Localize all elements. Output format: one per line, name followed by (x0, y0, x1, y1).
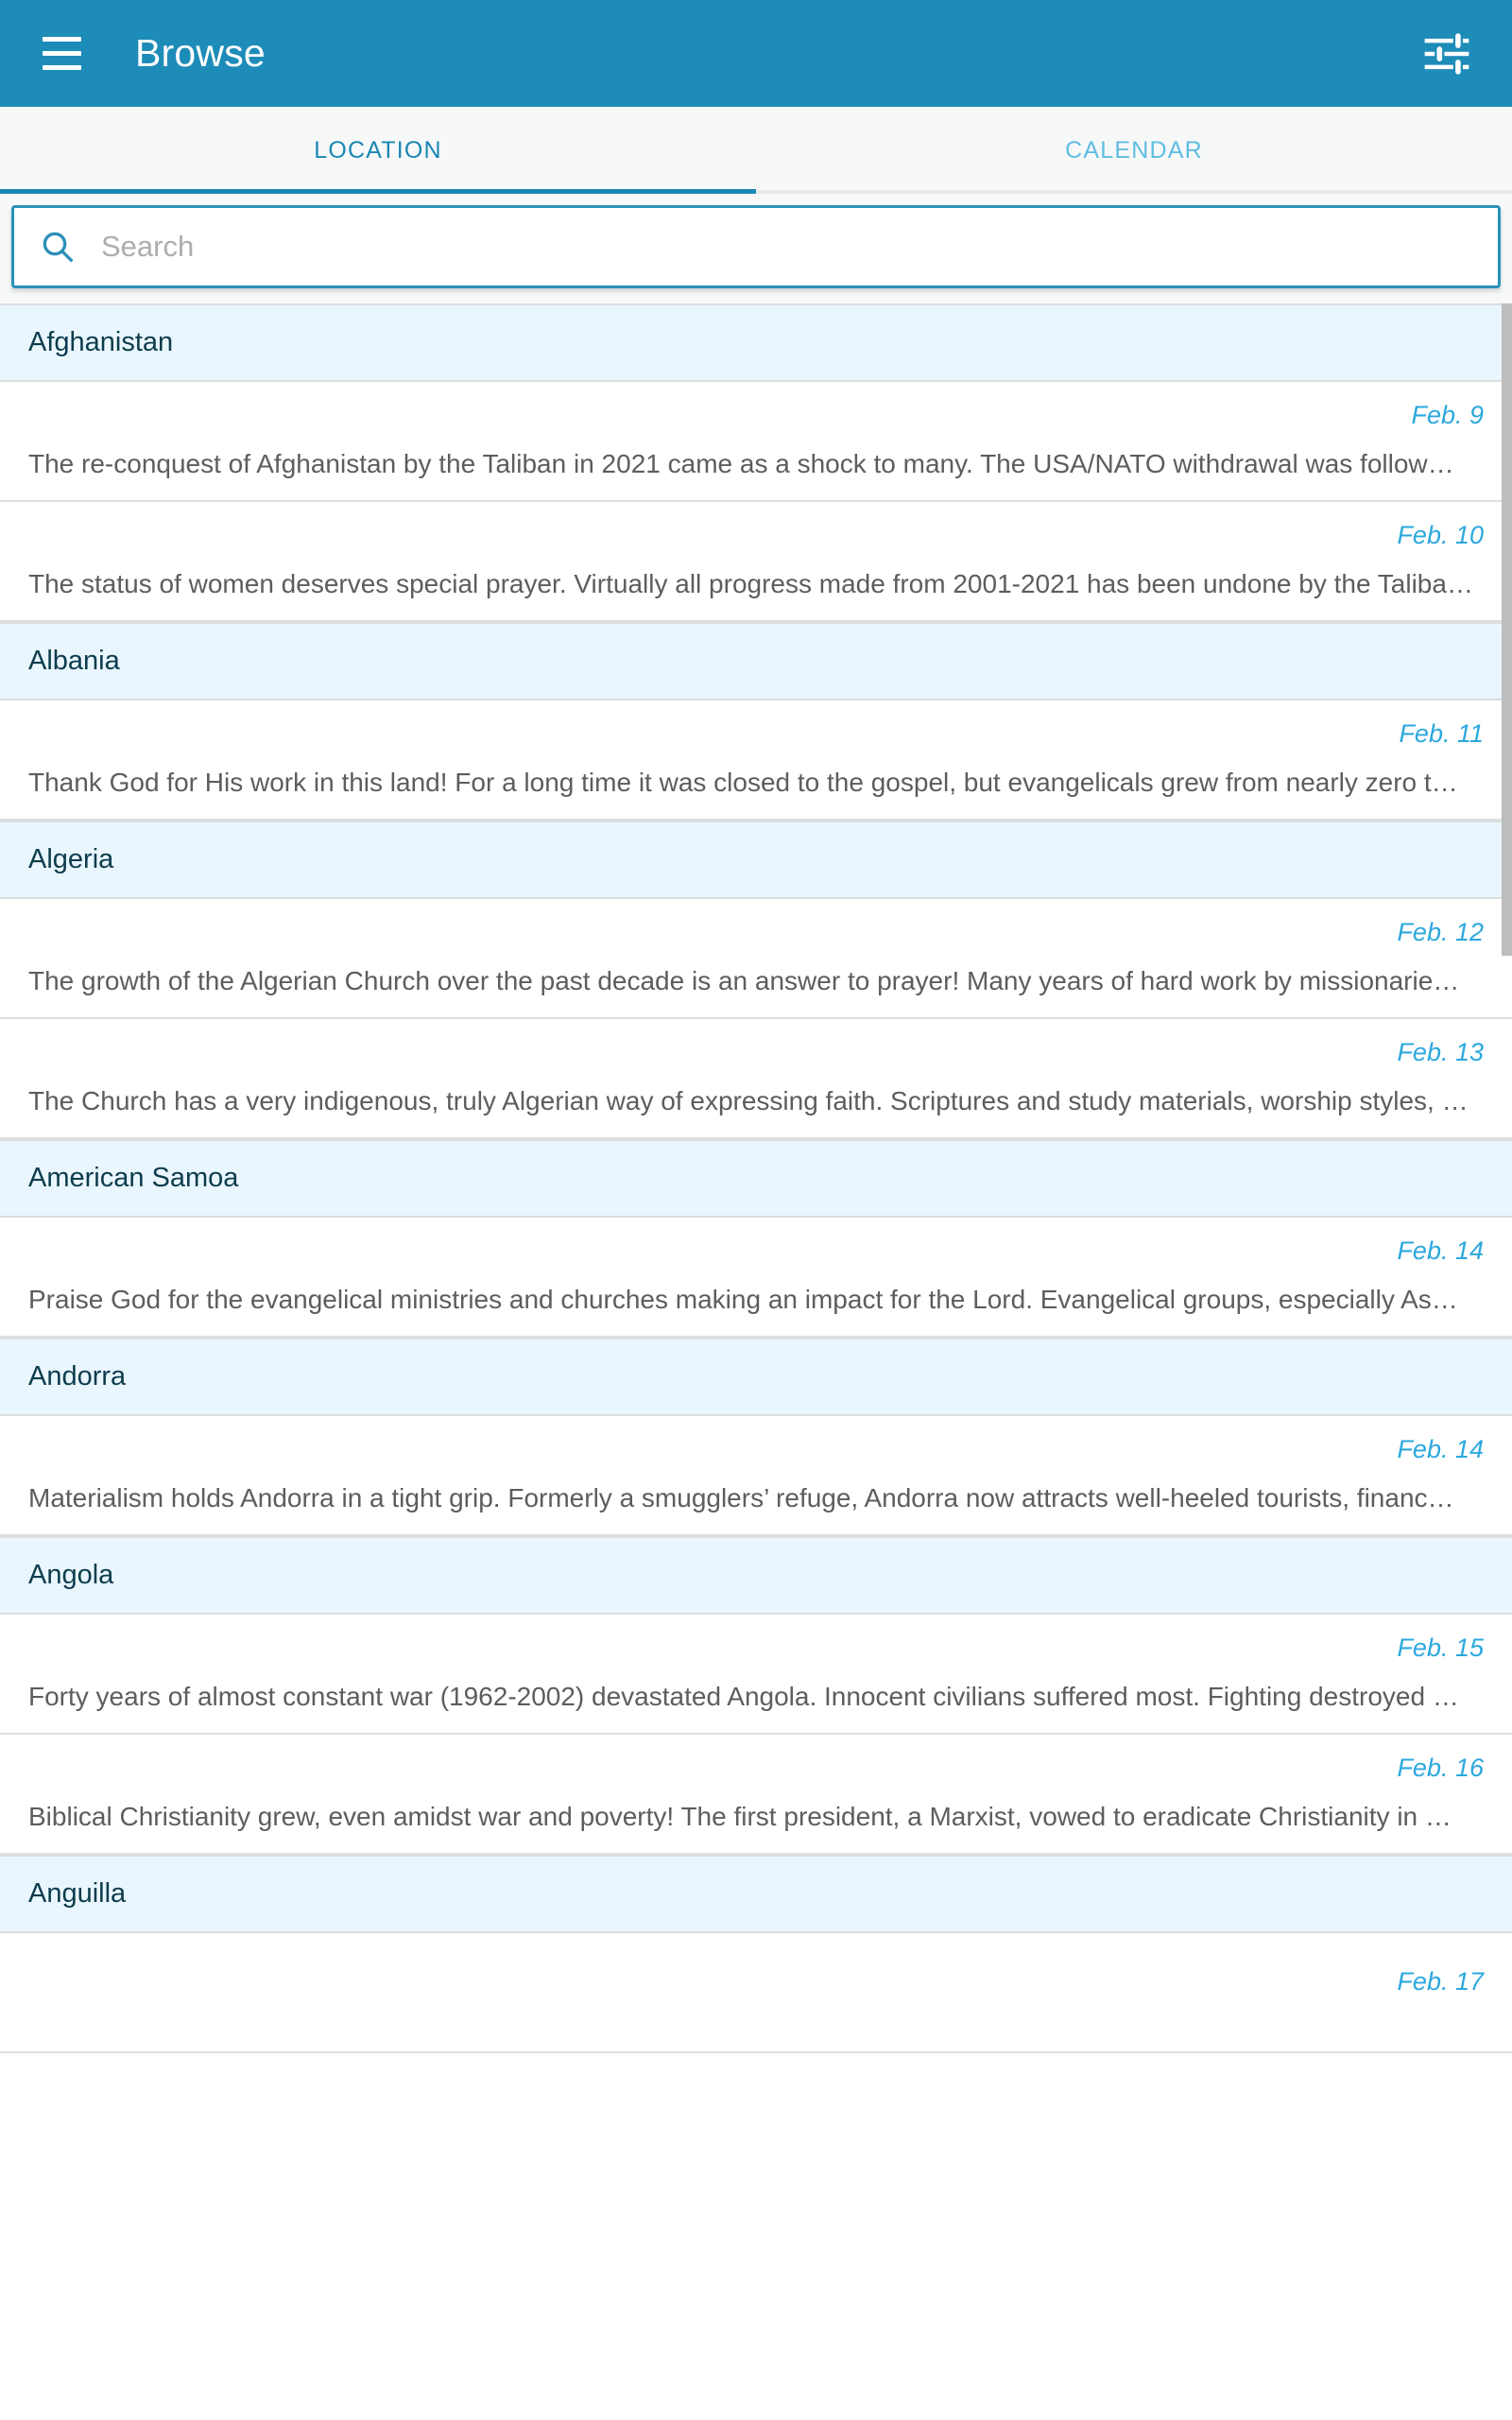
section-header-label: Andorra (28, 1361, 127, 1392)
section-header-label: American Samoa (28, 1163, 239, 1193)
entry-date: Feb. 14 (1397, 1435, 1484, 1464)
entry-body: The re-conquest of Afghanistan by the Ta… (28, 450, 1454, 479)
list-item[interactable]: Feb. 10 The status of women deserves spec… (0, 502, 1512, 622)
section-header-label: Albania (28, 646, 120, 676)
entry-body: Praise God for the evangelical ministrie… (28, 1286, 1458, 1315)
section-header[interactable]: Angola (0, 1536, 1512, 1615)
vertical-scrollbar[interactable] (1502, 303, 1512, 2420)
list-item[interactable]: Feb. 14 Praise God for the evangelical mi… (0, 1218, 1512, 1338)
search-glyph (43, 232, 74, 263)
section-header-label: Anguilla (28, 1878, 127, 1909)
section-header[interactable]: Algeria (0, 821, 1512, 899)
section-header[interactable]: Albania (0, 622, 1512, 700)
entry-body: The growth of the Algerian Church over t… (28, 967, 1460, 996)
search-bar-container (0, 194, 1512, 303)
entry-date: Feb. 16 (1397, 1754, 1484, 1783)
list-item[interactable]: Feb. 9 The re-conquest of Afghanistan by … (0, 382, 1512, 502)
hamburger-menu-icon[interactable] (32, 25, 91, 83)
section-header-label: Afghanistan (28, 327, 174, 357)
list-item[interactable]: Feb. 17 (0, 1933, 1512, 2053)
browse-list: Afghanistan Feb. 9 The re-conquest of Afgh… (0, 303, 1512, 2420)
list-item[interactable]: Feb. 11 Thank God for His work in this la… (0, 700, 1512, 821)
scrollbar-thumb[interactable] (1502, 303, 1512, 956)
hamburger-line (42, 65, 81, 70)
entry-date: Feb. 11 (1399, 719, 1484, 749)
page-title: Browse (135, 31, 266, 75)
tab-calendar[interactable]: CALENDAR (756, 107, 1512, 194)
browse-screen: Browse LOCATION CALENDAR Search Afghanis… (0, 0, 1512, 2420)
section-header[interactable]: American Samoa (0, 1139, 1512, 1218)
list-item[interactable]: Feb. 14 Materialism holds Andorra in a ti… (0, 1416, 1512, 1536)
entry-date: Feb. 10 (1397, 521, 1484, 550)
list-item[interactable]: Feb. 15 Forty years of almost constant wa… (0, 1615, 1512, 1735)
entry-body: The Church has a very indigenous, truly … (28, 1087, 1469, 1116)
entry-date: Feb. 12 (1397, 918, 1484, 947)
list-item[interactable]: Feb. 16 Biblical Christianity grew, even … (0, 1735, 1512, 1855)
tune-filter-glyph (1424, 30, 1469, 77)
entry-date: Feb. 14 (1397, 1236, 1484, 1266)
tab-active-indicator (0, 189, 756, 194)
entry-body: Materialism holds Andorra in a tight gri… (28, 1484, 1454, 1513)
entry-date: Feb. 15 (1397, 1634, 1484, 1663)
hamburger-line (42, 37, 81, 42)
browse-list-content: Afghanistan Feb. 9 The re-conquest of Afgh… (0, 303, 1512, 2053)
list-item[interactable]: Feb. 12 The growth of the Algerian Church… (0, 899, 1512, 1019)
entry-date: Feb. 13 (1397, 1038, 1484, 1067)
search-input[interactable] (101, 230, 1473, 264)
entry-date: Feb. 17 (1397, 1966, 1484, 1996)
search-box[interactable] (11, 205, 1501, 288)
entry-body: The status of women deserves special pra… (28, 570, 1473, 599)
section-header-label: Algeria (28, 844, 114, 874)
entry-body: Biblical Christianity grew, even amidst … (28, 1803, 1452, 1832)
section-header[interactable]: Anguilla (0, 1855, 1512, 1933)
list-item[interactable]: Feb. 13 The Church has a very indigenous,… (0, 1019, 1512, 1139)
tab-location[interactable]: LOCATION (0, 107, 756, 194)
search-icon (39, 228, 77, 266)
section-header-label: Angola (28, 1560, 114, 1590)
tune-filter-icon[interactable] (1416, 23, 1478, 85)
tab-bar: LOCATION CALENDAR (0, 107, 1512, 194)
app-bar: Browse (0, 0, 1512, 107)
entry-body: Thank God for His work in this land! For… (28, 769, 1458, 798)
section-header[interactable]: Andorra (0, 1338, 1512, 1416)
hamburger-line (42, 51, 81, 56)
entry-body: Forty years of almost constant war (1962… (28, 1683, 1459, 1712)
section-header[interactable]: Afghanistan (0, 303, 1512, 382)
entry-date: Feb. 9 (1411, 401, 1484, 430)
